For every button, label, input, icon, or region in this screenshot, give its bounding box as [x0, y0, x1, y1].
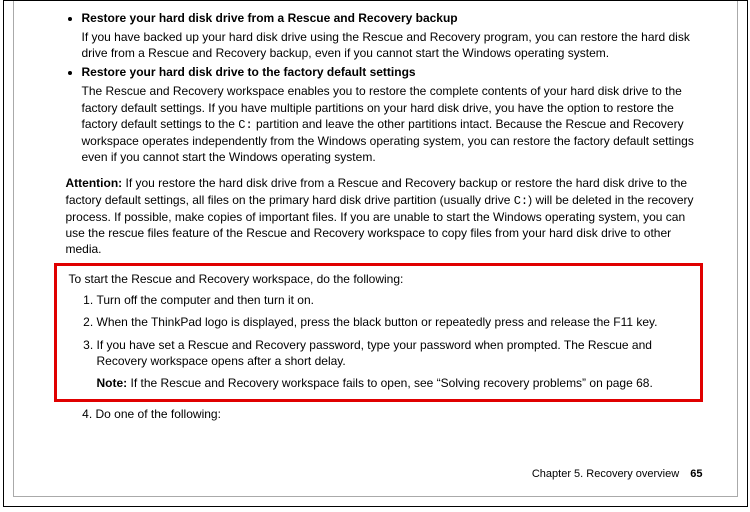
- page: hard drive, a USB device, or a network d…: [13, 1, 738, 497]
- step-1: Turn off the computer and then turn it o…: [97, 292, 692, 308]
- page-number: 65: [690, 468, 702, 480]
- bullet-heading: Restore your hard disk drive from a Resc…: [82, 11, 703, 25]
- bullet-item-restore-backup: Restore your hard disk drive from a Resc…: [82, 11, 703, 61]
- step-2: When the ThinkPad logo is displayed, pre…: [97, 314, 692, 330]
- chapter-label: Chapter 5. Recovery overview: [532, 468, 679, 480]
- steps-intro: To start the Rescue and Recovery workspa…: [69, 272, 692, 286]
- highlight-box: To start the Rescue and Recovery workspa…: [54, 263, 703, 402]
- steps-list: Turn off the computer and then turn it o…: [65, 292, 692, 369]
- note-label: Note:: [97, 376, 128, 390]
- step-4: Do one of the following:: [96, 406, 703, 422]
- bullet-list: Restore your hard disk drive from a Resc…: [54, 11, 703, 165]
- drive-letter: C:: [514, 194, 528, 208]
- page-footer: Chapter 5. Recovery overview 65: [532, 468, 703, 480]
- note-text: If the Rescue and Recovery workspace fai…: [127, 376, 653, 390]
- attention-block: Attention: If you restore the hard disk …: [66, 175, 703, 257]
- page-container: hard drive, a USB device, or a network d…: [3, 0, 748, 507]
- step-3: If you have set a Rescue and Recovery pa…: [97, 337, 692, 369]
- note-line: Note: If the Rescue and Recovery workspa…: [97, 375, 692, 391]
- steps-list-continued: Do one of the following:: [54, 406, 703, 422]
- bullet-body: The Rescue and Recovery workspace enable…: [82, 83, 703, 165]
- bullet-item-factory-default: Restore your hard disk drive to the fact…: [82, 65, 703, 165]
- bullet-heading: Restore your hard disk drive to the fact…: [82, 65, 703, 79]
- content-area: Restore your hard disk drive from a Resc…: [36, 11, 703, 422]
- bullet-body: If you have backed up your hard disk dri…: [82, 29, 703, 61]
- attention-label: Attention:: [66, 176, 123, 190]
- drive-letter: C:: [238, 118, 252, 132]
